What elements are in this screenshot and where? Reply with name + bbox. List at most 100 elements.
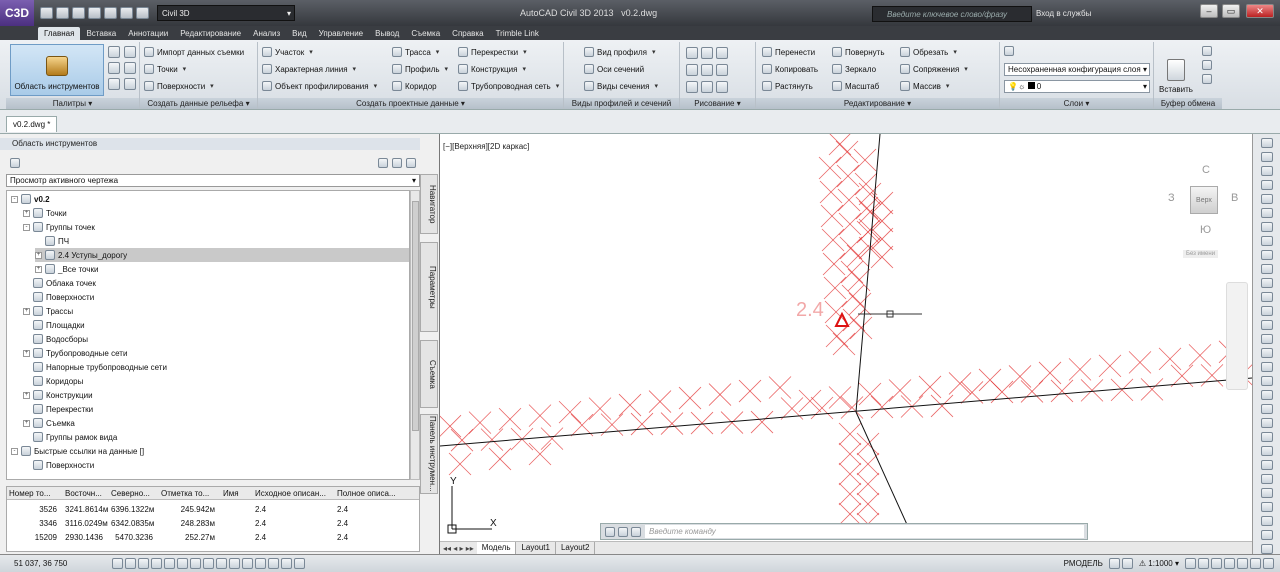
- coordinates-readout[interactable]: 51 037, 36 750: [0, 559, 110, 568]
- polyline-icon[interactable]: [686, 64, 698, 76]
- tab-help[interactable]: Справка: [446, 27, 489, 40]
- panel-title[interactable]: Палитры ▾: [6, 98, 139, 109]
- rotate-button[interactable]: Повернуть: [832, 47, 885, 57]
- tool-icon[interactable]: [1260, 544, 1273, 554]
- signin-link[interactable]: Вход в службы: [1036, 9, 1091, 18]
- tree-node[interactable]: ПЧ: [35, 234, 69, 248]
- corridor-button[interactable]: Коридор: [392, 81, 437, 91]
- otrack-icon[interactable]: [203, 558, 214, 569]
- wrench-icon[interactable]: [618, 526, 628, 537]
- navigation-bar[interactable]: [1226, 282, 1248, 390]
- grid-icon[interactable]: [138, 558, 149, 569]
- tool-icon[interactable]: [1260, 166, 1273, 176]
- expand-toggle-icon[interactable]: +: [35, 251, 42, 259]
- column-header[interactable]: Северно...: [109, 489, 159, 498]
- cut-icon[interactable]: [1202, 46, 1212, 56]
- tool-icon[interactable]: [1260, 250, 1273, 260]
- stretch-button[interactable]: Растянуть: [762, 81, 813, 91]
- copy-clip-icon[interactable]: [1202, 60, 1212, 70]
- tab-nav-arrows[interactable]: ◂◂ ◂ ▸ ▸▸: [440, 544, 477, 553]
- alignment-line[interactable]: [440, 377, 1252, 447]
- expand-toggle-icon[interactable]: +: [23, 307, 30, 315]
- print-icon[interactable]: [88, 7, 101, 19]
- tree-node[interactable]: + Конструкции: [23, 388, 93, 402]
- panorama-icon[interactable]: [124, 46, 136, 58]
- column-header[interactable]: Номер то...: [7, 489, 63, 498]
- viewcube-north[interactable]: С: [1202, 164, 1210, 176]
- palette-title[interactable]: Область инструментов: [0, 138, 420, 150]
- tool-icon[interactable]: [1260, 138, 1273, 148]
- tree-node[interactable]: - Быстрые ссылки на данные []: [11, 444, 144, 458]
- undo-icon[interactable]: [104, 7, 117, 19]
- recent-commands-icon[interactable]: [631, 526, 641, 537]
- match-icon[interactable]: [1202, 74, 1212, 84]
- tab-survey[interactable]: Съемка: [405, 27, 446, 40]
- layer-dropdown[interactable]: 💡☼ 0 ▾: [1004, 80, 1150, 93]
- quick-props-icon[interactable]: [268, 558, 279, 569]
- tool-icon[interactable]: [1260, 292, 1273, 302]
- close-icon[interactable]: [605, 526, 615, 537]
- tree-node[interactable]: Площадки: [23, 318, 85, 332]
- tool-icon[interactable]: [1260, 208, 1273, 218]
- tab-insert[interactable]: Вставка: [80, 27, 122, 40]
- table-row[interactable]: 3526 3241.8614м 6396.1322м 245.942м 2.4 2.4: [7, 503, 419, 516]
- model-space-button[interactable]: РМОДЕЛЬ: [1064, 559, 1103, 568]
- profile-button[interactable]: Профиль ▾: [392, 64, 448, 74]
- workspace-switch-icon[interactable]: [1211, 558, 1222, 569]
- view-dropdown[interactable]: Просмотр активного чертежа ▾: [6, 174, 420, 187]
- panel-title[interactable]: Создать проектные данные ▾: [258, 98, 563, 109]
- trim-button[interactable]: Обрезать ▾: [900, 47, 957, 57]
- tool-icon[interactable]: [1260, 502, 1273, 512]
- surfaces-button[interactable]: Поверхности ▾: [144, 81, 214, 91]
- viewcube-east[interactable]: В: [1231, 192, 1238, 204]
- polar-icon[interactable]: [164, 558, 175, 569]
- tab-output[interactable]: Вывод: [369, 27, 405, 40]
- tree-node[interactable]: Водосборы: [23, 332, 88, 346]
- expand-toggle-icon[interactable]: -: [23, 223, 30, 231]
- hardware-acceleration-icon[interactable]: [1237, 558, 1248, 569]
- annotation-monitor-icon[interactable]: [294, 558, 305, 569]
- dimension-icon[interactable]: [716, 47, 728, 59]
- tree-node[interactable]: Поверхности: [23, 290, 94, 304]
- toolspace-button[interactable]: Область инструментов: [10, 44, 104, 96]
- dyn-icon[interactable]: [229, 558, 240, 569]
- selection-cycling-icon[interactable]: [281, 558, 292, 569]
- paste-button[interactable]: Вставить: [1158, 44, 1194, 94]
- redo-icon[interactable]: [120, 7, 133, 19]
- rectangle-icon[interactable]: [716, 64, 728, 76]
- tree-node[interactable]: Перекрестки: [23, 402, 93, 416]
- table-row[interactable]: 15209 2930.1436 5470.3236 252.27м 2.4 2.4: [7, 531, 419, 544]
- intersections-button[interactable]: Перекрестки ▾: [458, 47, 527, 57]
- ducs-icon[interactable]: [216, 558, 227, 569]
- panel-title[interactable]: Слои ▾: [1000, 98, 1153, 109]
- tool-icon[interactable]: [1260, 278, 1273, 288]
- clean-screen-icon[interactable]: [1263, 558, 1274, 569]
- tool-icon[interactable]: [1260, 236, 1273, 246]
- quick-view-drawings-icon[interactable]: [1121, 558, 1133, 569]
- spline-icon[interactable]: [686, 81, 698, 93]
- tool-icon[interactable]: [1260, 390, 1273, 400]
- panel-title[interactable]: Создать данные рельефа ▾: [140, 98, 257, 109]
- scroll-thumb[interactable]: [412, 201, 419, 431]
- tool-icon[interactable]: [1260, 474, 1273, 484]
- lineweight-icon[interactable]: [242, 558, 253, 569]
- expand-toggle-icon[interactable]: +: [35, 265, 42, 273]
- copy-button[interactable]: Копировать: [762, 64, 818, 74]
- tool-icon[interactable]: [1260, 194, 1273, 204]
- maximize-button[interactable]: ▭: [1222, 4, 1240, 18]
- column-header[interactable]: Исходное описан...: [253, 489, 335, 498]
- minimize-button[interactable]: –: [1200, 4, 1218, 18]
- magnifier-icon[interactable]: [10, 158, 20, 168]
- toolpalette-icon[interactable]: [108, 62, 120, 74]
- tree-node[interactable]: + _Все точки: [35, 262, 98, 276]
- tool-icon[interactable]: [1260, 418, 1273, 428]
- column-header[interactable]: Восточн...: [63, 489, 109, 498]
- parcel-button[interactable]: Участок ▾: [262, 47, 313, 57]
- application-menu-button[interactable]: C3D: [0, 0, 34, 26]
- viewcube-top-face[interactable]: Верх: [1190, 186, 1218, 214]
- tree-scrollbar[interactable]: [410, 190, 420, 480]
- tree-node[interactable]: + Точки: [23, 206, 67, 220]
- panel-title[interactable]: Редактирование ▾: [756, 98, 999, 109]
- tree-node[interactable]: Поверхности: [23, 458, 94, 472]
- tab-home[interactable]: Главная: [38, 27, 81, 40]
